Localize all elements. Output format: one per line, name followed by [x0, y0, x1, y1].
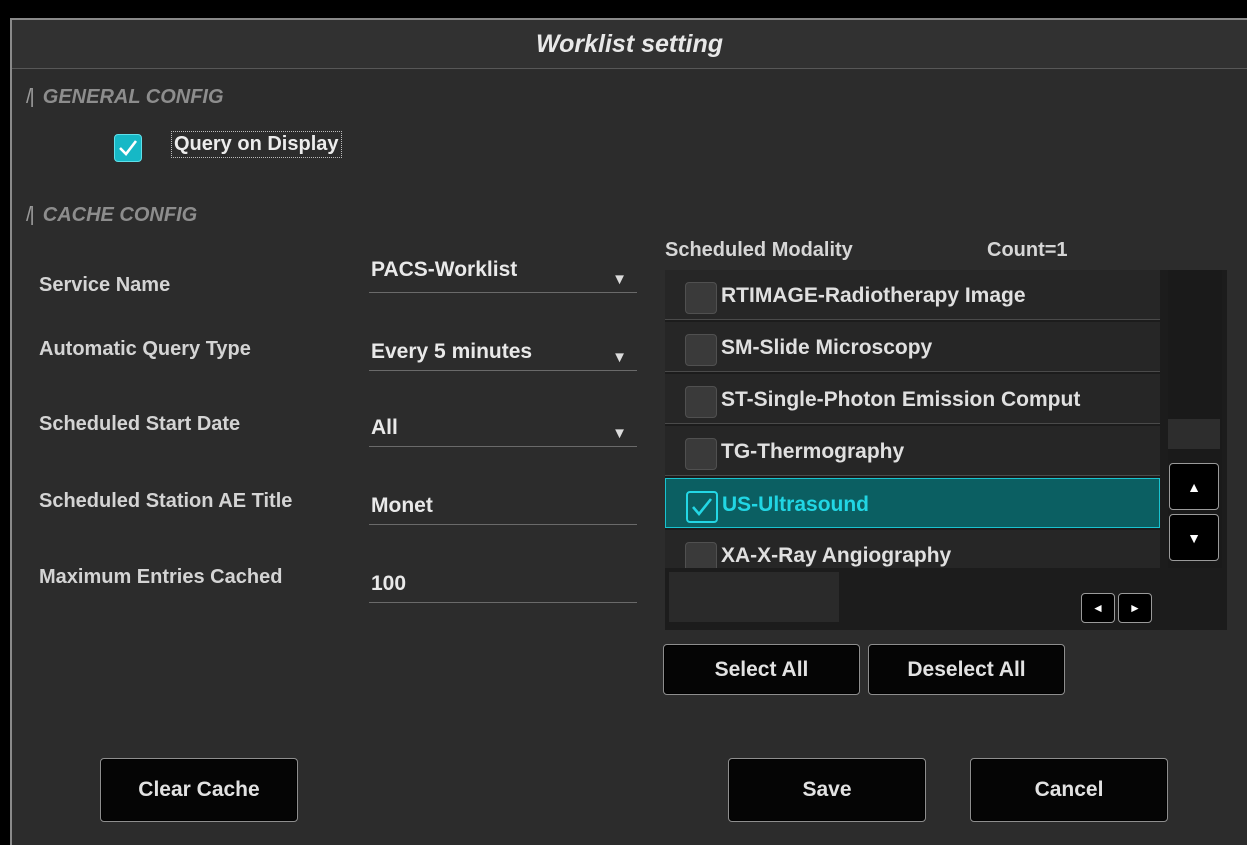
scroll-down-button[interactable]: ▼ — [1169, 514, 1219, 561]
triangle-down-icon: ▼ — [1187, 529, 1201, 546]
service-name-dropdown[interactable]: PACS-Worklist ▼ — [369, 258, 637, 293]
modality-label: XA-X-Ray Angiography — [721, 544, 952, 567]
general-config-heading-text: GENERAL CONFIG — [42, 86, 224, 108]
triangle-up-icon: ▲ — [1187, 478, 1201, 495]
modality-label: TG-Thermography — [721, 440, 905, 463]
deselect-all-button[interactable]: Deselect All — [868, 644, 1065, 695]
modality-rows: RTIMAGE-Radiotherapy Image SM-Slide Micr… — [665, 270, 1160, 568]
horizontal-scroll-thumb[interactable] — [669, 572, 839, 622]
automatic-query-type-label: Automatic Query Type — [39, 338, 251, 360]
triangle-right-icon: ► — [1129, 601, 1141, 615]
dialog-title: Worklist setting — [12, 20, 1247, 69]
dropdown-arrow-icon: ▼ — [612, 349, 627, 366]
modality-label: ST-Single-Photon Emission Comput — [721, 388, 1081, 411]
scheduled-station-ae-title-input[interactable]: Monet — [369, 490, 637, 525]
modality-checkbox[interactable] — [685, 282, 717, 314]
clear-cache-button[interactable]: Clear Cache — [100, 758, 298, 822]
modality-list: RTIMAGE-Radiotherapy Image SM-Slide Micr… — [665, 270, 1227, 630]
modality-checkbox[interactable] — [686, 491, 718, 523]
query-on-display-label[interactable]: Query on Display — [171, 131, 342, 158]
select-all-button[interactable]: Select All — [663, 644, 860, 695]
section-bars-icon: /| — [26, 86, 35, 108]
checkmark-icon — [119, 140, 138, 156]
query-on-display-checkbox[interactable] — [114, 134, 142, 162]
modality-item-rtimage[interactable]: RTIMAGE-Radiotherapy Image — [665, 270, 1160, 320]
scheduled-modality-title: Scheduled Modality — [665, 239, 853, 261]
modality-item-xa[interactable]: XA-X-Ray Angiography — [665, 530, 1160, 568]
modality-checkbox[interactable] — [685, 438, 717, 470]
modality-checkbox[interactable] — [685, 386, 717, 418]
modality-checkbox[interactable] — [685, 334, 717, 366]
automatic-query-type-dropdown[interactable]: Every 5 minutes ▼ — [369, 336, 637, 371]
save-button[interactable]: Save — [728, 758, 926, 822]
scheduled-start-date-label: Scheduled Start Date — [39, 413, 241, 435]
general-config-heading: /| GENERAL CONFIG — [26, 86, 224, 109]
worklist-setting-dialog: Worklist setting /| GENERAL CONFIG Query … — [10, 18, 1247, 845]
modality-item-sm[interactable]: SM-Slide Microscopy — [665, 322, 1160, 372]
vertical-scroll-thumb[interactable] — [1168, 419, 1220, 449]
scroll-right-button[interactable]: ► — [1118, 593, 1152, 623]
modality-checkbox[interactable] — [685, 542, 717, 568]
scheduled-station-ae-title-value: Monet — [371, 494, 433, 517]
triangle-left-icon: ◄ — [1092, 601, 1104, 615]
dropdown-arrow-icon: ▼ — [612, 271, 627, 288]
modality-item-st[interactable]: ST-Single-Photon Emission Comput — [665, 374, 1160, 424]
section-bars-icon: /| — [26, 204, 35, 226]
cache-config-heading-text: CACHE CONFIG — [42, 204, 198, 226]
modality-label: RTIMAGE-Radiotherapy Image — [721, 284, 1026, 307]
maximum-entries-cached-input[interactable]: 100 — [369, 568, 637, 603]
cache-config-heading: /| CACHE CONFIG — [26, 204, 197, 227]
scheduled-start-date-dropdown[interactable]: All ▼ — [369, 412, 637, 447]
dropdown-arrow-icon: ▼ — [612, 425, 627, 442]
scroll-up-button[interactable]: ▲ — [1169, 463, 1219, 510]
automatic-query-type-value: Every 5 minutes — [371, 340, 533, 363]
scheduled-station-ae-title-label: Scheduled Station AE Title — [39, 490, 293, 512]
modality-item-tg[interactable]: TG-Thermography — [665, 426, 1160, 476]
service-name-value: PACS-Worklist — [371, 258, 518, 281]
maximum-entries-cached-value: 100 — [371, 572, 407, 595]
cancel-button[interactable]: Cancel — [970, 758, 1168, 822]
maximum-entries-cached-label: Maximum Entries Cached — [39, 566, 283, 588]
service-name-label: Service Name — [39, 274, 171, 296]
modality-item-us[interactable]: US-Ultrasound — [665, 478, 1160, 528]
modality-label: US-Ultrasound — [722, 493, 869, 516]
scroll-left-button[interactable]: ◄ — [1081, 593, 1115, 623]
modality-count: Count=1 — [987, 239, 1068, 261]
checkmark-icon — [692, 498, 713, 517]
scheduled-start-date-value: All — [371, 416, 398, 439]
modality-label: SM-Slide Microscopy — [721, 336, 933, 359]
